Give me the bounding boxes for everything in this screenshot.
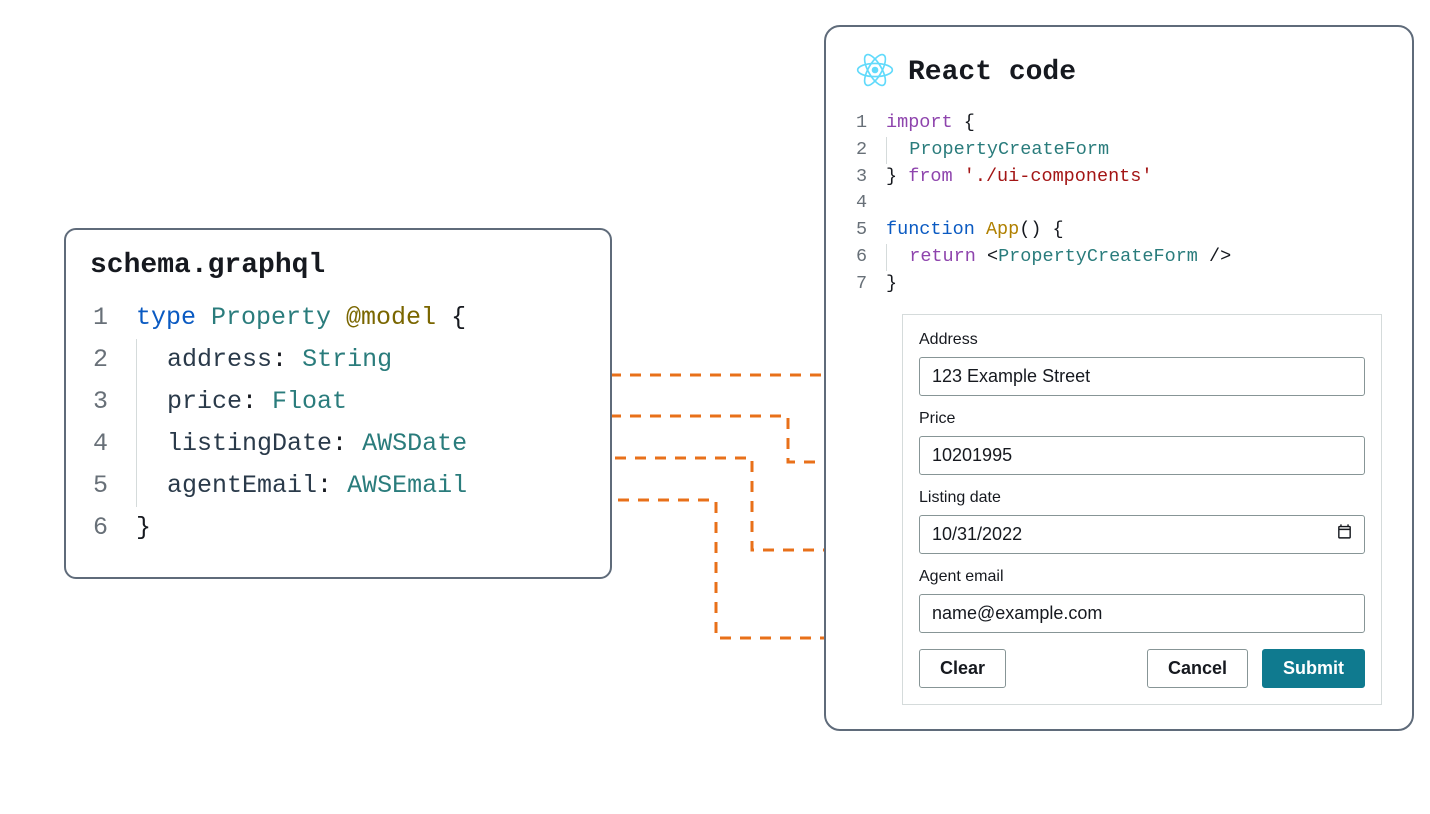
- cancel-button[interactable]: Cancel: [1147, 649, 1248, 688]
- react-title: React code: [908, 57, 1076, 88]
- line-number: 1: [90, 297, 136, 339]
- code-line: 7}: [856, 271, 1382, 298]
- code-line: 5 agentEmail: AWSEmail: [90, 465, 586, 507]
- calendar-icon[interactable]: [1336, 523, 1353, 545]
- code-line: 6}: [90, 507, 586, 549]
- line-number: 1: [856, 110, 886, 137]
- line-number: 6: [90, 507, 136, 549]
- line-number: 2: [856, 137, 886, 164]
- code-line: 2 address: String: [90, 339, 586, 381]
- line-number: 6: [856, 244, 886, 271]
- line-number: 5: [90, 465, 136, 507]
- code-line: 1import {: [856, 110, 1382, 137]
- form-preview: Address Price Listing date Agent email C…: [902, 314, 1382, 705]
- code-line: 3 price: Float: [90, 381, 586, 423]
- line-number: 7: [856, 271, 886, 298]
- react-code: 1import {2 PropertyCreateForm3} from './…: [856, 110, 1382, 298]
- address-label: Address: [919, 331, 1365, 349]
- line-number: 5: [856, 217, 886, 244]
- react-panel: React code 1import {2 PropertyCreateForm…: [824, 25, 1414, 731]
- agent-email-label: Agent email: [919, 568, 1365, 586]
- schema-filename: schema.graphql: [90, 250, 586, 281]
- schema-code: 1type Property @model {2 address: String…: [90, 297, 586, 549]
- schema-panel: schema.graphql 1type Property @model {2 …: [64, 228, 612, 579]
- line-number: 4: [856, 190, 886, 217]
- react-icon: [856, 51, 894, 94]
- line-number: 2: [90, 339, 136, 381]
- submit-button[interactable]: Submit: [1262, 649, 1365, 688]
- code-line: 5function App() {: [856, 217, 1382, 244]
- code-line: 3} from './ui-components': [856, 164, 1382, 191]
- line-number: 3: [856, 164, 886, 191]
- line-number: 3: [90, 381, 136, 423]
- price-input[interactable]: [919, 436, 1365, 475]
- agent-email-input[interactable]: [919, 594, 1365, 633]
- listing-date-label: Listing date: [919, 489, 1365, 507]
- address-input[interactable]: [919, 357, 1365, 396]
- code-line: 2 PropertyCreateForm: [856, 137, 1382, 164]
- price-label: Price: [919, 410, 1365, 428]
- clear-button[interactable]: Clear: [919, 649, 1006, 688]
- listing-date-input[interactable]: [919, 515, 1365, 554]
- code-line: 4 listingDate: AWSDate: [90, 423, 586, 465]
- code-line: 6 return <PropertyCreateForm />: [856, 244, 1382, 271]
- line-number: 4: [90, 423, 136, 465]
- code-line: 1type Property @model {: [90, 297, 586, 339]
- code-line: 4: [856, 190, 1382, 217]
